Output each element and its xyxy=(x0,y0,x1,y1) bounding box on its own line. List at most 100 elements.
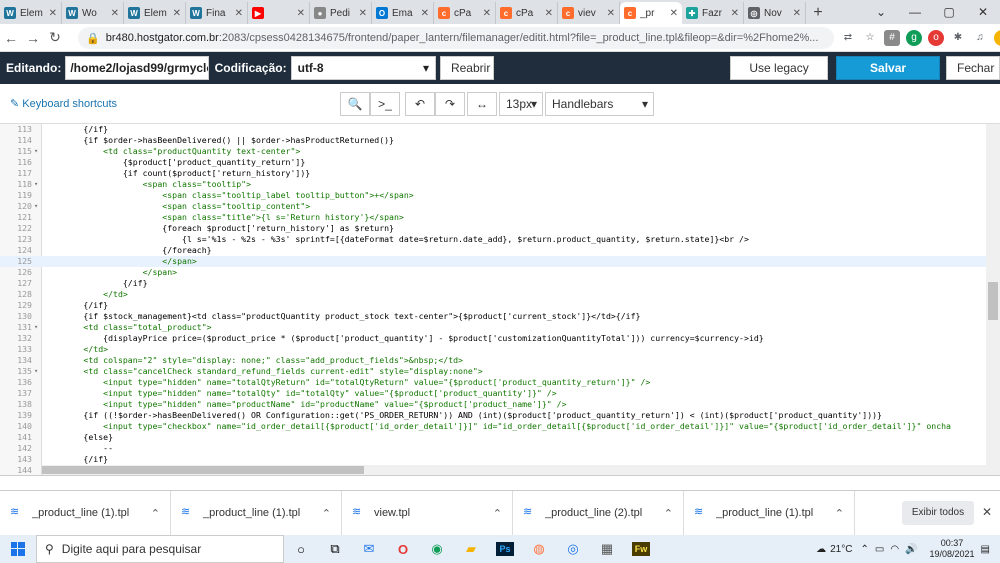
bookmark-star-icon[interactable]: ☆ xyxy=(862,30,878,46)
code-editor[interactable]: 113 {/if} 114 {if $order->hasBeenDelivere… xyxy=(0,124,1000,476)
code-line[interactable]: 114 {if $order->hasBeenDelivered() || $o… xyxy=(0,135,986,146)
fold-marker-icon[interactable]: ▾ xyxy=(34,179,38,190)
browser-tab[interactable]: W Elem ✕ xyxy=(124,2,186,24)
download-item[interactable]: ≋ _product_line (1).tpl ⌃ xyxy=(0,490,171,536)
browser-tab[interactable]: ● Pedi ✕ xyxy=(310,2,372,24)
close-tab-icon[interactable]: ✕ xyxy=(545,8,553,19)
media-icon[interactable]: ♫ xyxy=(972,30,988,46)
code-line[interactable]: 117 {if count($product['return_history']… xyxy=(0,168,986,179)
extension-red-icon[interactable]: o xyxy=(928,30,944,46)
code-line[interactable]: 121 <span class="title">{l s='Return his… xyxy=(0,212,986,223)
close-tab-icon[interactable]: ✕ xyxy=(483,8,491,19)
code-line[interactable]: 141 {else} xyxy=(0,432,986,443)
font-size-select[interactable]: 13px xyxy=(499,92,543,116)
close-window-button[interactable]: ✕ xyxy=(966,0,1000,24)
save-changes-button[interactable]: Salvar alterações xyxy=(836,56,940,97)
close-tab-icon[interactable]: ✕ xyxy=(607,8,615,19)
undo-icon[interactable]: ↶ xyxy=(405,92,435,116)
close-tab-icon[interactable]: ✕ xyxy=(731,8,739,19)
chrome-icon[interactable]: ◎ xyxy=(556,535,590,563)
close-tab-icon[interactable]: ✕ xyxy=(670,8,678,19)
code-line[interactable]: 132 {displayPrice price=($product_price … xyxy=(0,333,986,344)
browser-tab[interactable]: W Wo ✕ xyxy=(62,2,124,24)
chevron-up-icon[interactable]: ⌃ xyxy=(664,507,673,520)
clock[interactable]: 00:37 19/08/2021 xyxy=(930,538,975,560)
maximize-button[interactable]: ▢ xyxy=(932,0,966,24)
search-icon[interactable]: 🔍 xyxy=(340,92,370,116)
opera-icon[interactable]: O xyxy=(386,535,420,563)
code-line[interactable]: 126 </span> xyxy=(0,267,986,278)
horizontal-scroll-thumb[interactable] xyxy=(42,466,364,474)
edge-icon[interactable]: ◉ xyxy=(420,535,454,563)
browser-tab[interactable]: O Ema ✕ xyxy=(372,2,434,24)
code-line[interactable]: 115 ▾ <td class="productQuantity text-cen… xyxy=(0,146,986,157)
extension-grey-icon[interactable]: # xyxy=(884,30,900,46)
taskbar-search-input[interactable]: ⚲ Digite aqui para pesquisar xyxy=(36,535,284,563)
code-line[interactable]: 134 <td colspan="2" style="display: none… xyxy=(0,355,986,366)
code-line[interactable]: 120 ▾ <span class="tooltip_content"> xyxy=(0,201,986,212)
chevron-up-icon[interactable]: ⌃ xyxy=(322,507,331,520)
extension-green-icon[interactable]: g xyxy=(906,30,922,46)
browser-tab[interactable]: c _pr ✕ xyxy=(620,2,682,24)
network-icon[interactable]: ▭ xyxy=(875,544,884,555)
code-line[interactable]: 129 {/if} xyxy=(0,300,986,311)
wifi-icon[interactable]: ◠ xyxy=(890,544,899,555)
code-line[interactable]: 143 {/if} xyxy=(0,454,986,465)
code-line[interactable]: 127 {/if} xyxy=(0,278,986,289)
close-tab-icon[interactable]: ✕ xyxy=(235,8,243,19)
code-line[interactable]: 130 {if $stock_management}<td class="pro… xyxy=(0,311,986,322)
reopen-button[interactable]: Reabrir xyxy=(439,56,494,80)
wrap-toggle-icon[interactable]: ↔ xyxy=(467,92,497,116)
close-tab-icon[interactable]: ✕ xyxy=(359,8,367,19)
fold-marker-icon[interactable]: ▾ xyxy=(34,201,38,212)
code-line[interactable]: 118 ▾ <span class="tooltip"> xyxy=(0,179,986,190)
volume-icon[interactable]: 🔊 xyxy=(905,544,917,555)
code-line[interactable]: 136 <input type="hidden" name="totalQtyR… xyxy=(0,377,986,388)
redo-icon[interactable]: ↷ xyxy=(435,92,465,116)
path-field[interactable]: /home2/lojasd99/grmyclo: xyxy=(65,56,209,80)
reload-icon[interactable]: ↻ xyxy=(44,29,66,46)
fold-marker-icon[interactable]: ▾ xyxy=(34,366,38,377)
horizontal-scrollbar[interactable] xyxy=(42,465,986,475)
browser-tab[interactable]: c viev ✕ xyxy=(558,2,620,24)
minimize-button[interactable]: — xyxy=(898,0,932,24)
task-view-icon[interactable]: ⧉ xyxy=(318,535,352,563)
cortana-icon[interactable]: ○ xyxy=(284,535,318,563)
firefox-icon[interactable]: ◍ xyxy=(522,535,556,563)
fold-marker-icon[interactable]: ▾ xyxy=(34,146,38,157)
download-item[interactable]: ≋ _product_line (1).tpl ⌃ xyxy=(171,490,342,536)
goto-line-icon[interactable]: >_ xyxy=(370,92,400,116)
close-downloads-bar-icon[interactable]: ✕ xyxy=(982,505,992,519)
code-line[interactable]: 123 {l s='%1s - %2s - %3s' sprintf=[{dat… xyxy=(0,234,986,245)
tab-search-icon[interactable]: ⌄ xyxy=(864,0,898,24)
show-all-downloads-button[interactable]: Exibir todos xyxy=(902,501,974,525)
code-line[interactable]: 116 {$product['product_quantity_return']… xyxy=(0,157,986,168)
close-tab-icon[interactable]: ✕ xyxy=(111,8,119,19)
code-line[interactable]: 139 {if ((!$order->hasBeenDelivered() OR… xyxy=(0,410,986,421)
browser-tab[interactable]: W Elem ✕ xyxy=(0,2,62,24)
close-tab-icon[interactable]: ✕ xyxy=(793,8,801,19)
chevron-up-icon[interactable]: ⌃ xyxy=(493,507,502,520)
download-item[interactable]: ≋ view.tpl ⌃ xyxy=(342,490,513,536)
weather-icon[interactable]: ☁ xyxy=(816,544,826,555)
code-line[interactable]: 133 </td> xyxy=(0,344,986,355)
new-tab-button[interactable]: + xyxy=(806,2,830,24)
photoshop-icon[interactable]: Ps xyxy=(488,535,522,563)
translate-icon[interactable]: ⇄ xyxy=(840,30,856,46)
code-line[interactable]: 119 <span class="tooltip_label tooltip_b… xyxy=(0,190,986,201)
forward-icon[interactable]: → xyxy=(22,30,44,46)
code-line[interactable]: 135 ▾ <td class="cancelCheck standard_ref… xyxy=(0,366,986,377)
mail-app-icon[interactable]: ✉ xyxy=(352,535,386,563)
notifications-icon[interactable]: ▤ xyxy=(981,544,990,555)
browser-tab[interactable]: W Fina ✕ xyxy=(186,2,248,24)
fold-marker-icon[interactable]: ▾ xyxy=(34,322,38,333)
browser-tab[interactable]: ✚ Fazr ✕ xyxy=(682,2,744,24)
code-line[interactable]: 128 </td> xyxy=(0,289,986,300)
close-tab-icon[interactable]: ✕ xyxy=(421,8,429,19)
code-line[interactable]: 142 -- xyxy=(0,443,986,454)
chevron-up-icon[interactable]: ⌃ xyxy=(151,507,160,520)
vertical-scrollbar[interactable] xyxy=(986,124,1000,475)
chevron-up-icon[interactable]: ⌃ xyxy=(835,507,844,520)
code-line[interactable]: 137 <input type="hidden" name="totalQty"… xyxy=(0,388,986,399)
back-icon[interactable]: ← xyxy=(0,30,22,46)
